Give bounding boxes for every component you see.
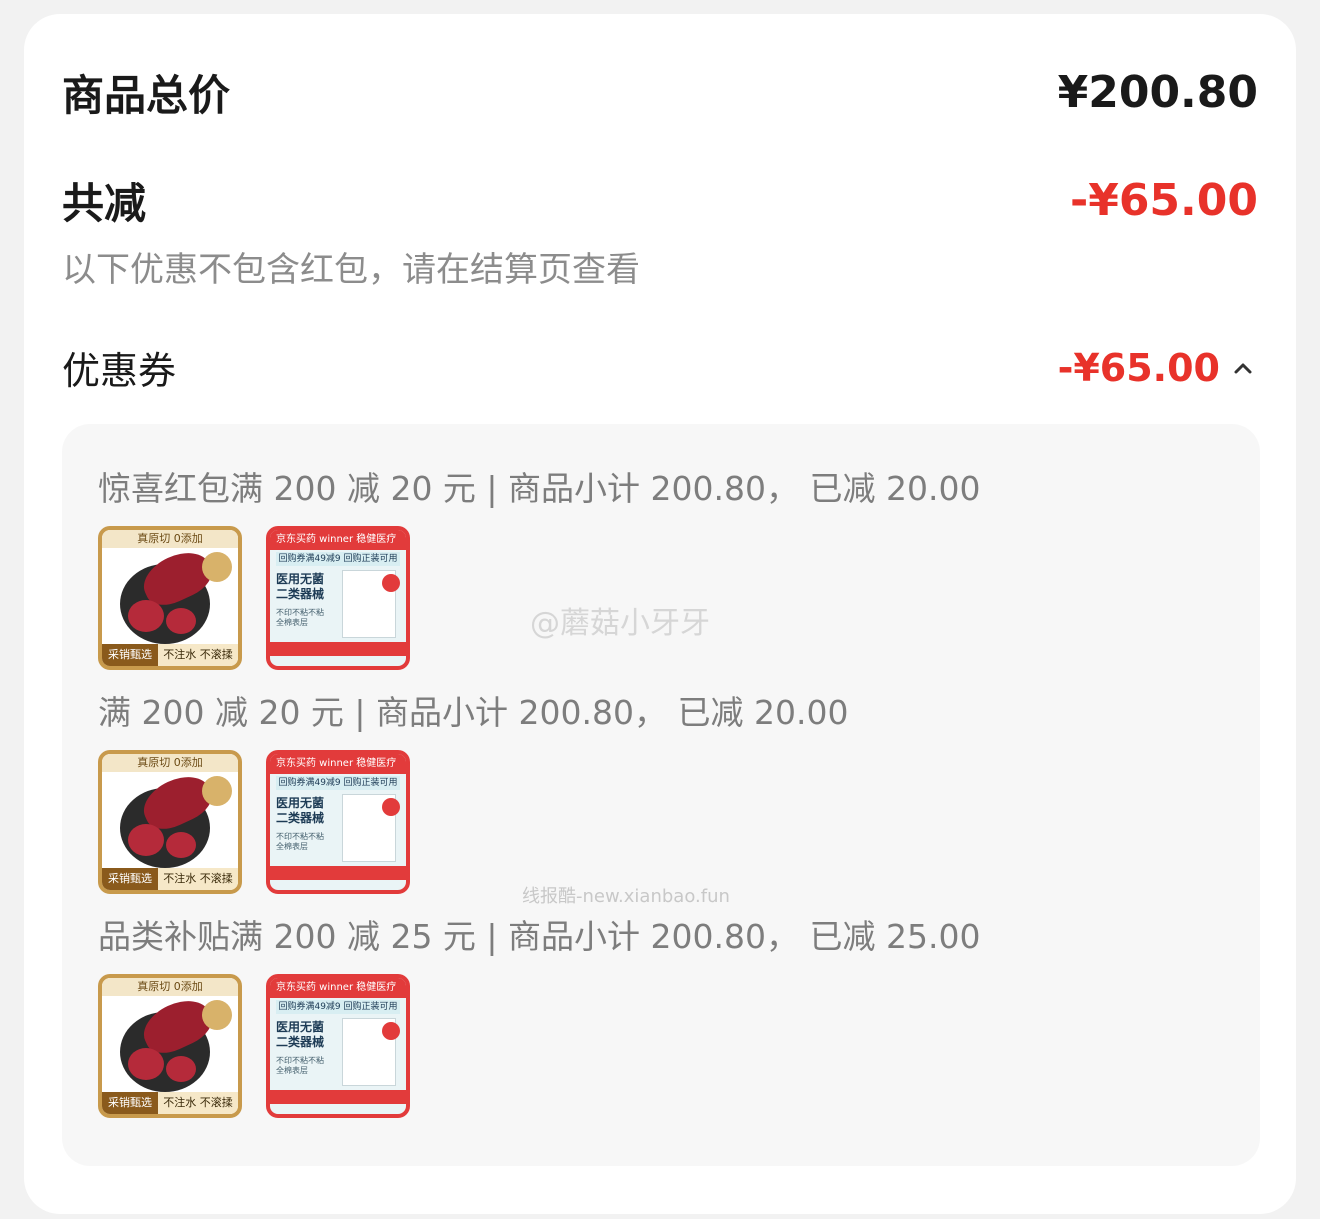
medical-product-thumbnail[interactable]: 京东买药 winner 稳健医疗 回购券满49减9 回购正装可用 医用无菌 二类器… xyxy=(266,974,410,1118)
coupon-rule-1: 惊喜红包满 200 减 20 元 | 商品小计 200.80， 已减 20.00 xyxy=(98,469,981,508)
coupon-rule-2: 满 200 减 20 元 | 商品小计 200.80， 已减 20.00 xyxy=(98,693,849,732)
chevron-up-icon[interactable] xyxy=(1228,353,1258,383)
coupon-label: 优惠券 xyxy=(62,349,177,393)
discount-hint-text: 以下优惠不包含红包，请在结算页查看 xyxy=(62,250,640,290)
price-detail-card: 商品总价 ¥200.80 共减 -¥65.00 以下优惠不包含红包，请在结算页查… xyxy=(24,14,1296,1214)
total-reduction-value: -¥65.00 xyxy=(1069,175,1258,226)
coupon-rule-2-products: 真原切 0添加 采销甄选 不注水 不滚揉 京东买药 winner 稳健医疗 回购券… xyxy=(98,750,410,894)
medical-product-thumbnail[interactable]: 京东买药 winner 稳健医疗 回购券满49减9 回购正装可用 医用无菌 二类器… xyxy=(266,750,410,894)
weibo-watermark: @蘑菇小牙牙 xyxy=(530,606,710,641)
total-price-value: ¥200.80 xyxy=(1057,67,1258,118)
beef-product-thumbnail[interactable]: 真原切 0添加 采销甄选 不注水 不滚揉 xyxy=(98,526,242,670)
coupon-rule-1-products: 真原切 0添加 采销甄选 不注水 不滚揉 京东买药 winner 稳健医疗 回购券… xyxy=(98,526,410,670)
total-price-row: 商品总价 ¥200.80 xyxy=(62,62,1258,123)
coupon-value: -¥65.00 xyxy=(1057,345,1220,390)
coupon-row[interactable]: 优惠券 -¥65.00 xyxy=(62,340,1258,395)
beef-product-thumbnail[interactable]: 真原切 0添加 采销甄选 不注水 不滚揉 xyxy=(98,974,242,1118)
site-watermark: 线报酷-new.xianbao.fun xyxy=(522,886,730,907)
total-price-label: 商品总价 xyxy=(62,71,231,120)
coupon-detail-panel: 惊喜红包满 200 减 20 元 | 商品小计 200.80， 已减 20.00… xyxy=(62,424,1260,1166)
beef-product-thumbnail[interactable]: 真原切 0添加 采销甄选 不注水 不滚揉 xyxy=(98,750,242,894)
coupon-rule-3-products: 真原切 0添加 采销甄选 不注水 不滚揉 京东买药 winner 稳健医疗 回购券… xyxy=(98,974,410,1118)
total-reduction-label: 共减 xyxy=(62,179,147,228)
medical-product-thumbnail[interactable]: 京东买药 winner 稳健医疗 回购券满49减9 回购正装可用 医用无菌 二类器… xyxy=(266,526,410,670)
total-reduction-row: 共减 -¥65.00 xyxy=(62,170,1258,231)
coupon-rule-3: 品类补贴满 200 减 25 元 | 商品小计 200.80， 已减 25.00 xyxy=(98,917,981,956)
